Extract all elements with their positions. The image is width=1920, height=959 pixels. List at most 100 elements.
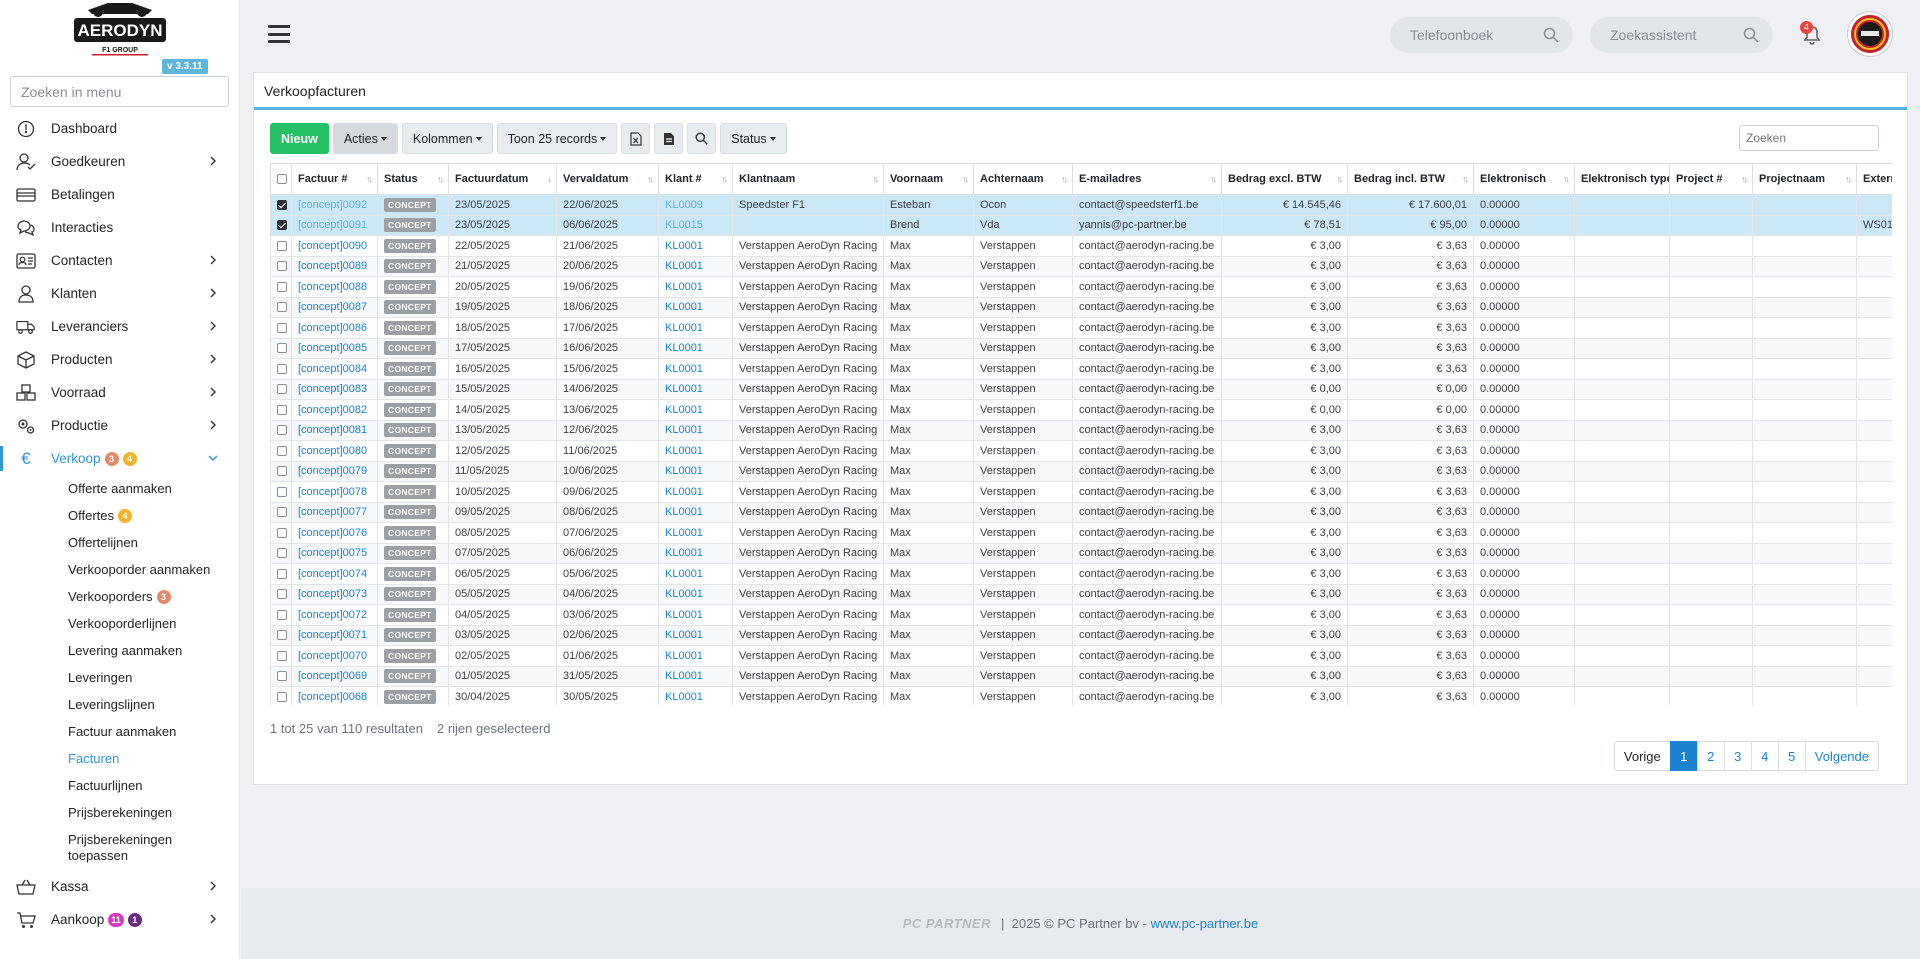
- avatar[interactable]: [1848, 12, 1892, 56]
- row-checkbox[interactable]: [277, 445, 287, 456]
- row-checkbox[interactable]: [277, 199, 287, 210]
- column-header[interactable]: Voornaam ↑↓: [883, 163, 974, 195]
- row-checkbox[interactable]: [277, 527, 287, 538]
- row-select-cell[interactable]: [270, 276, 292, 298]
- row-select-cell[interactable]: [270, 563, 292, 585]
- row-checkbox[interactable]: [277, 322, 287, 333]
- sort-icon[interactable]: ↑↓: [1845, 174, 1852, 184]
- row-select-cell[interactable]: [270, 399, 292, 421]
- sidebar-item-klanten[interactable]: Klanten: [0, 277, 240, 310]
- column-header[interactable]: Klantnaam ↑↓: [732, 163, 884, 195]
- row-select-cell[interactable]: [270, 235, 292, 257]
- row-select-cell[interactable]: [270, 214, 292, 236]
- table-row[interactable]: [concept]0084 CONCEPT 16/05/2025 15/06/2025…: [270, 358, 1892, 380]
- table-row[interactable]: [concept]0069 CONCEPT 01/05/2025 31/05/2025…: [270, 665, 1892, 687]
- row-checkbox[interactable]: [277, 589, 287, 600]
- row-select-cell[interactable]: [270, 440, 292, 462]
- page-size-dropdown[interactable]: Toon 25 records: [496, 123, 618, 154]
- sidebar-subitem-offertelijnen[interactable]: Offertelijnen: [0, 529, 240, 556]
- cell-client[interactable]: KL0001: [658, 419, 733, 441]
- cell-client[interactable]: KL0001: [658, 522, 733, 544]
- row-select-cell[interactable]: [270, 317, 292, 339]
- sort-icon[interactable]: ↑↓: [872, 174, 879, 184]
- row-select-cell[interactable]: [270, 255, 292, 277]
- page-button-3[interactable]: 3: [1723, 741, 1752, 771]
- cell-client[interactable]: KL0001: [658, 378, 733, 400]
- footer-link[interactable]: www.pc-partner.be: [1151, 916, 1259, 931]
- prev-page-button[interactable]: Vorige: [1613, 741, 1671, 771]
- cell-inv[interactable]: [concept]0075: [291, 542, 378, 564]
- new-button[interactable]: Nieuw: [270, 123, 329, 154]
- sidebar-item-kassa[interactable]: Kassa: [0, 870, 240, 903]
- row-select-cell[interactable]: [270, 522, 292, 544]
- status-dropdown[interactable]: Status: [720, 123, 787, 154]
- row-select-cell[interactable]: [270, 194, 292, 216]
- sidebar-subitem-verkooporderlijnen[interactable]: Verkooporderlijnen: [0, 610, 240, 637]
- sidebar-subitem-offertes[interactable]: Offertes 4: [0, 502, 240, 529]
- table-row[interactable]: [concept]0088 CONCEPT 20/05/2025 19/06/2025…: [270, 276, 1892, 298]
- table-row[interactable]: [concept]0091 CONCEPT 23/05/2025 06/06/2025…: [270, 214, 1892, 236]
- row-checkbox[interactable]: [277, 507, 287, 518]
- column-header[interactable]: Elektronisch ↑↓: [1473, 163, 1575, 195]
- row-checkbox[interactable]: [277, 384, 287, 395]
- cell-inv[interactable]: [concept]0079: [291, 460, 378, 482]
- cell-inv[interactable]: [concept]0068: [291, 686, 378, 705]
- row-select-cell[interactable]: [270, 624, 292, 646]
- row-checkbox[interactable]: [277, 281, 287, 292]
- cell-inv[interactable]: [concept]0086: [291, 317, 378, 339]
- cell-inv[interactable]: [concept]0091: [291, 214, 378, 236]
- row-checkbox[interactable]: [277, 609, 287, 620]
- cell-client[interactable]: KL0001: [658, 624, 733, 646]
- row-checkbox[interactable]: [277, 568, 287, 579]
- row-checkbox[interactable]: [277, 425, 287, 436]
- column-header[interactable]: Projectnaam ↑↓: [1752, 163, 1857, 195]
- cell-client[interactable]: KL0001: [658, 337, 733, 359]
- cell-inv[interactable]: [concept]0085: [291, 337, 378, 359]
- page-button-2[interactable]: 2: [1696, 741, 1725, 771]
- row-select-cell[interactable]: [270, 378, 292, 400]
- row-checkbox[interactable]: [277, 466, 287, 477]
- row-select-cell[interactable]: [270, 604, 292, 626]
- page-button-1[interactable]: 1: [1669, 741, 1698, 771]
- table-row[interactable]: [concept]0077 CONCEPT 09/05/2025 08/06/2025…: [270, 501, 1892, 523]
- table-row[interactable]: [concept]0074 CONCEPT 06/05/2025 05/06/2025…: [270, 563, 1892, 585]
- sort-icon[interactable]: ↑↓: [647, 174, 654, 184]
- sidebar-subitem-offerte-aanmaken[interactable]: Offerte aanmaken: [0, 475, 240, 502]
- row-checkbox[interactable]: [277, 650, 287, 661]
- table-row[interactable]: [concept]0079 CONCEPT 11/05/2025 10/06/2025…: [270, 460, 1892, 482]
- cell-client[interactable]: KL0015: [658, 214, 733, 236]
- sidebar-item-betalingen[interactable]: Betalingen: [0, 178, 240, 211]
- row-select-cell[interactable]: [270, 665, 292, 687]
- cell-inv[interactable]: [concept]0080: [291, 440, 378, 462]
- table-row[interactable]: [concept]0071 CONCEPT 03/05/2025 02/06/2025…: [270, 624, 1892, 646]
- table-row[interactable]: [concept]0073 CONCEPT 05/05/2025 04/06/2025…: [270, 583, 1892, 605]
- sidebar-subitem-prijsberekeningen-toepassen[interactable]: Prijsberekeningen toepassen: [0, 826, 240, 870]
- row-checkbox[interactable]: [277, 486, 287, 497]
- column-header[interactable]: Factuurdatum ↓: [448, 163, 557, 195]
- row-select-cell[interactable]: [270, 481, 292, 503]
- cell-client[interactable]: KL0001: [658, 440, 733, 462]
- row-select-cell[interactable]: [270, 337, 292, 359]
- cell-inv[interactable]: [concept]0087: [291, 296, 378, 318]
- select-all-header[interactable]: [270, 163, 292, 195]
- sidebar-item-goedkeuren[interactable]: Goedkeuren: [0, 145, 240, 178]
- table-row[interactable]: [concept]0090 CONCEPT 22/05/2025 21/06/2025…: [270, 235, 1892, 257]
- sidebar-subitem-verkooporder-aanmaken[interactable]: Verkooporder aanmaken: [0, 556, 240, 583]
- table-row[interactable]: [concept]0078 CONCEPT 10/05/2025 09/06/2025…: [270, 481, 1892, 503]
- column-header[interactable]: Bedrag incl. BTW ↑↓: [1347, 163, 1474, 195]
- cell-inv[interactable]: [concept]0083: [291, 378, 378, 400]
- cell-inv[interactable]: [concept]0089: [291, 255, 378, 277]
- cell-client[interactable]: KL0001: [658, 317, 733, 339]
- row-select-cell[interactable]: [270, 542, 292, 564]
- cell-client[interactable]: KL0001: [658, 235, 733, 257]
- row-checkbox[interactable]: [277, 671, 287, 682]
- cell-inv[interactable]: [concept]0088: [291, 276, 378, 298]
- column-header[interactable]: Klant # ↑↓: [658, 163, 733, 195]
- sidebar-item-interacties[interactable]: Interacties: [0, 211, 240, 244]
- sort-icon[interactable]: ↑↓: [1741, 174, 1748, 184]
- next-page-button[interactable]: Volgende: [1804, 741, 1879, 771]
- page-button-5[interactable]: 5: [1777, 741, 1806, 771]
- sort-icon[interactable]: ↑↓: [1658, 174, 1665, 184]
- table-row[interactable]: [concept]0092 CONCEPT 23/05/2025 22/06/2025…: [270, 194, 1892, 216]
- row-checkbox[interactable]: [277, 302, 287, 313]
